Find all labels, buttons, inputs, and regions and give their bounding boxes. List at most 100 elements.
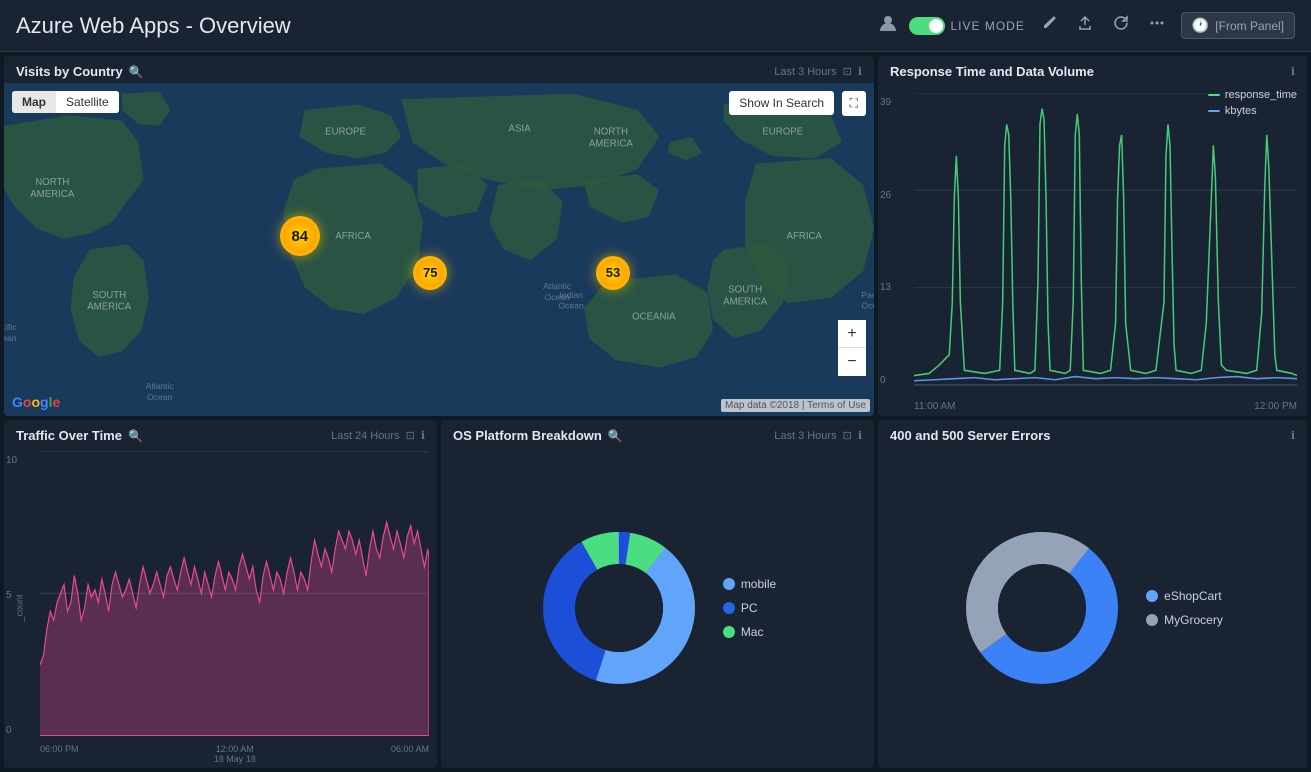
share-icon[interactable] — [1073, 11, 1097, 40]
errors-donut-wrap: eShopCart MyGrocery — [878, 447, 1307, 768]
svg-text:OCEANIA: OCEANIA — [632, 311, 676, 322]
visits-panel-header: Visits by Country 🔍 Last 3 Hours ⊡ ℹ — [4, 56, 874, 83]
svg-text:AMERICA: AMERICA — [87, 302, 132, 313]
copy-icon[interactable]: ⊡ — [843, 65, 852, 78]
response-time-content: response_time kbytes 39 26 13 0 — [878, 83, 1307, 416]
zoom-out-button[interactable]: − — [838, 348, 866, 376]
legend-mac: Mac — [723, 625, 776, 639]
response-time-chart — [914, 93, 1297, 386]
response-time-legend: response_time kbytes — [1208, 89, 1297, 117]
errors-donut-chart — [962, 528, 1122, 688]
response-time-meta: ℹ — [1291, 65, 1295, 78]
info-icon-errors[interactable]: ℹ — [1291, 429, 1295, 442]
visits-panel-title: Visits by Country 🔍 — [16, 64, 144, 79]
svg-text:Pacific: Pacific — [4, 322, 17, 332]
satellite-tab[interactable]: Satellite — [56, 91, 119, 113]
visits-by-country-panel: Visits by Country 🔍 Last 3 Hours ⊡ ℹ — [4, 56, 874, 416]
traffic-over-time-panel: Traffic Over Time 🔍 Last 24 Hours ⊡ ℹ 10… — [4, 420, 437, 768]
errors-content: eShopCart MyGrocery — [878, 447, 1307, 768]
refresh-icon[interactable] — [1109, 11, 1133, 40]
map-view-toggle[interactable]: Map Satellite — [12, 91, 119, 113]
os-content: mobile PC Mac — [441, 447, 874, 768]
eshopcart-dot — [1146, 590, 1158, 602]
svg-text:AFRICA: AFRICA — [335, 231, 371, 242]
svg-text:EUROPE: EUROPE — [762, 127, 803, 138]
svg-text:AFRICA: AFRICA — [787, 231, 823, 242]
zoom-in-button[interactable]: + — [838, 320, 866, 348]
world-map-svg: NORTH AMERICA EUROPE ASIA AFRICA SOUTH A… — [4, 83, 874, 416]
info-icon-os[interactable]: ℹ — [858, 429, 862, 442]
mygrocery-dot — [1146, 614, 1158, 626]
edit-icon[interactable] — [1037, 11, 1061, 40]
os-title: OS Platform Breakdown 🔍 — [453, 428, 623, 443]
svg-text:SOUTH: SOUTH — [728, 284, 762, 295]
from-panel-label: [From Panel] — [1215, 19, 1284, 33]
map-attribution: Map data ©2018 | Terms of Use — [721, 399, 870, 412]
traffic-chart — [40, 451, 429, 736]
live-mode-label: LIVE MODE — [951, 19, 1025, 33]
os-meta: Last 3 Hours ⊡ ℹ — [774, 429, 862, 442]
os-legend: mobile PC Mac — [723, 577, 776, 639]
search-icon-traffic[interactable]: 🔍 — [128, 429, 143, 443]
dashboard: Visits by Country 🔍 Last 3 Hours ⊡ ℹ — [0, 52, 1311, 772]
y-axis: 39 26 13 0 — [880, 97, 891, 386]
server-errors-panel: 400 and 500 Server Errors ℹ — [878, 420, 1307, 768]
svg-text:AMERICA: AMERICA — [30, 189, 75, 200]
response-time-header: Response Time and Data Volume ℹ — [878, 56, 1307, 83]
svg-text:Ocean: Ocean — [147, 392, 173, 402]
search-icon[interactable]: 🔍 — [129, 65, 144, 79]
response-time-title: Response Time and Data Volume — [890, 64, 1094, 79]
map-zoom-controls: + − — [838, 320, 866, 376]
info-icon-traffic[interactable]: ℹ — [421, 429, 425, 442]
svg-text:NORTH: NORTH — [35, 177, 69, 188]
more-options-icon[interactable] — [1145, 11, 1169, 40]
map-tab[interactable]: Map — [12, 91, 56, 113]
map-container[interactable]: NORTH AMERICA EUROPE ASIA AFRICA SOUTH A… — [4, 83, 874, 416]
info-icon[interactable]: ℹ — [858, 65, 862, 78]
response-time-legend-dot — [1208, 94, 1220, 96]
map-marker-53[interactable]: 53 — [596, 256, 630, 290]
live-mode-toggle[interactable] — [909, 17, 945, 35]
svg-text:SOUTH: SOUTH — [92, 290, 126, 301]
svg-text:Ocean: Ocean — [558, 301, 584, 311]
errors-title: 400 and 500 Server Errors — [890, 428, 1050, 443]
os-platform-panel: OS Platform Breakdown 🔍 Last 3 Hours ⊡ ℹ — [441, 420, 874, 768]
map-marker-75[interactable]: 75 — [413, 256, 447, 290]
legend-pc: PC — [723, 601, 776, 615]
copy-icon-os[interactable]: ⊡ — [843, 429, 852, 442]
y-count-label: _count — [15, 594, 25, 621]
os-header: OS Platform Breakdown 🔍 Last 3 Hours ⊡ ℹ — [441, 420, 874, 447]
pc-dot — [723, 602, 735, 614]
legend-kbytes: kbytes — [1208, 105, 1297, 117]
from-panel-dropdown[interactable]: 🕐 [From Panel] — [1181, 12, 1295, 39]
map-marker-84[interactable]: 84 — [280, 216, 320, 256]
copy-icon-traffic[interactable]: ⊡ — [406, 429, 415, 442]
traffic-meta: Last 24 Hours ⊡ ℹ — [331, 429, 425, 442]
search-icon-os[interactable]: 🔍 — [608, 429, 623, 443]
traffic-title: Traffic Over Time 🔍 — [16, 428, 143, 443]
legend-eshopcart: eShopCart — [1146, 589, 1223, 603]
legend-response-time: response_time — [1208, 89, 1297, 101]
svg-text:Pacific: Pacific — [861, 290, 874, 300]
svg-text:EUROPE: EUROPE — [325, 127, 366, 138]
svg-text:AMERICA: AMERICA — [589, 138, 634, 149]
x-axis: 11:00 AM 12:00 PM — [914, 401, 1297, 412]
legend-mygrocery: MyGrocery — [1146, 613, 1223, 627]
os-donut-wrap: mobile PC Mac — [441, 447, 874, 768]
mobile-dot — [723, 578, 735, 590]
google-logo: Google — [12, 394, 60, 410]
user-icon[interactable] — [879, 14, 897, 37]
traffic-content: 10 5 0 _count 06:00 PM — [4, 447, 437, 768]
svg-text:AMERICA: AMERICA — [723, 296, 768, 307]
header-controls: LIVE MODE 🕐 [From Panel] — [879, 11, 1296, 40]
svg-text:Ocean: Ocean — [4, 333, 17, 343]
svg-text:Atlantic: Atlantic — [543, 281, 572, 291]
errors-legend: eShopCart MyGrocery — [1146, 589, 1223, 627]
kbytes-legend-dot — [1208, 110, 1220, 112]
header: Azure Web Apps - Overview LIVE MODE — [0, 0, 1311, 52]
visits-map-content: NORTH AMERICA EUROPE ASIA AFRICA SOUTH A… — [4, 83, 874, 416]
svg-text:Ocean: Ocean — [861, 301, 874, 311]
show-in-search-button[interactable]: Show In Search — [729, 91, 834, 115]
expand-map-button[interactable]: ⛶ — [842, 91, 866, 116]
info-icon-rt[interactable]: ℹ — [1291, 65, 1295, 78]
